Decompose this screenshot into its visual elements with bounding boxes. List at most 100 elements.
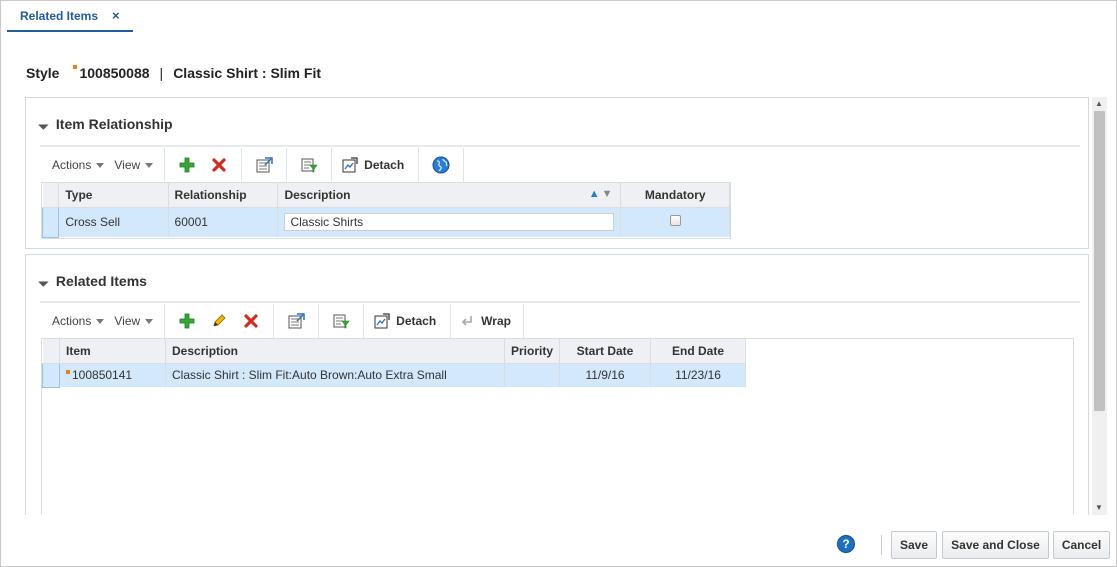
delete-button[interactable] xyxy=(239,309,263,333)
tab-related-items[interactable]: Related Items × xyxy=(7,1,133,32)
cell-mandatory xyxy=(620,207,730,237)
detach-button[interactable]: Detach xyxy=(342,153,404,177)
col-item[interactable]: Item xyxy=(59,339,166,364)
add-icon xyxy=(179,157,195,173)
item-relationship-panel: ◢ Item Relationship Actions View Detach … xyxy=(25,97,1089,249)
delete-button[interactable] xyxy=(207,153,231,177)
description-input[interactable] xyxy=(284,213,615,232)
panel-divider xyxy=(40,301,1080,303)
col-priority[interactable]: Priority xyxy=(504,339,561,364)
cell-item: 100850141 xyxy=(59,363,166,387)
relationship-toolbar: Actions View Detach xyxy=(42,148,465,182)
row-header-corner xyxy=(42,183,60,208)
detach-icon xyxy=(342,157,358,173)
sort-ascending-icon[interactable]: ▲ xyxy=(589,188,602,200)
panel-divider xyxy=(40,145,1080,147)
mandatory-checkbox[interactable] xyxy=(669,215,681,227)
page-title: Style 100850088 | Classic Shirt : Slim F… xyxy=(26,65,321,81)
scroll-up-icon[interactable]: ▲ xyxy=(1095,99,1103,108)
scroll-thumb[interactable] xyxy=(1094,111,1105,411)
actions-menu[interactable]: Actions xyxy=(52,314,105,328)
toolbar-separator xyxy=(331,148,333,182)
wrap-label: Wrap xyxy=(481,314,511,328)
related-items-panel: ◢ Related Items Actions View Detach Wrap… xyxy=(25,254,1089,515)
related-items-header[interactable]: ◢ Related Items xyxy=(37,273,147,289)
toolbar-separator xyxy=(273,304,275,338)
translate-button[interactable] xyxy=(429,153,453,177)
tab-bar: Related Items × xyxy=(1,1,1116,33)
col-description[interactable]: Description ▲▼ xyxy=(277,183,622,208)
add-button[interactable] xyxy=(175,153,199,177)
row-header-corner xyxy=(42,339,60,364)
col-mandatory[interactable]: Mandatory xyxy=(620,183,730,208)
chevron-down-icon xyxy=(145,318,154,324)
chevron-down-icon xyxy=(96,318,105,324)
sort-icon[interactable]: ▲▼ xyxy=(589,188,615,200)
delete-icon xyxy=(212,158,226,172)
toolbar-separator xyxy=(164,304,166,338)
cell-item-id: 100850141 xyxy=(72,368,133,383)
cell-type: Cross Sell xyxy=(58,207,169,237)
toolbar-separator xyxy=(241,148,243,182)
footer-separator xyxy=(881,535,882,555)
actions-menu-label: Actions xyxy=(52,158,92,172)
col-type[interactable]: Type xyxy=(58,183,169,208)
row-selector[interactable] xyxy=(41,206,60,238)
actions-menu[interactable]: Actions xyxy=(52,158,105,172)
add-button[interactable] xyxy=(175,309,199,333)
col-description[interactable]: Description xyxy=(165,339,505,364)
col-relationship[interactable]: Relationship xyxy=(168,183,279,208)
relationship-grid: Type Relationship Description ▲▼ Mandato… xyxy=(41,182,731,239)
col-end-date[interactable]: End Date xyxy=(650,339,747,364)
help-icon[interactable]: ? xyxy=(837,535,855,553)
view-menu[interactable]: View xyxy=(114,314,154,328)
wrap-button[interactable]: Wrap xyxy=(461,309,511,333)
detach-icon xyxy=(374,313,390,329)
col-start-date[interactable]: Start Date xyxy=(559,339,652,364)
related-items-toolbar: Actions View Detach Wrap xyxy=(42,304,524,338)
globe-icon xyxy=(432,156,450,174)
save-and-close-button[interactable]: Save and Close xyxy=(942,531,1049,559)
cell-start-date: 11/9/16 xyxy=(559,363,652,387)
collapse-triangle-icon[interactable]: ◢ xyxy=(37,118,50,131)
cell-description: Classic Shirt : Slim Fit:Auto Brown:Auto… xyxy=(165,363,505,387)
export-button[interactable] xyxy=(284,309,308,333)
export-button[interactable] xyxy=(252,153,276,177)
view-menu-label: View xyxy=(114,158,141,172)
vertical-scrollbar[interactable]: ▲ ▼ xyxy=(1092,97,1107,515)
content-scroll-area: ◢ Item Relationship Actions View Detach … xyxy=(25,97,1107,515)
toolbar-separator xyxy=(164,148,166,182)
toolbar-separator xyxy=(450,304,452,338)
cancel-button[interactable]: Cancel xyxy=(1053,531,1110,559)
row-selector[interactable] xyxy=(42,362,60,388)
style-label: Style xyxy=(26,65,60,81)
add-icon xyxy=(179,313,195,329)
cell-priority xyxy=(504,363,561,387)
wrap-icon xyxy=(462,316,472,326)
toolbar-separator xyxy=(318,304,320,338)
chevron-down-icon xyxy=(145,162,154,168)
detach-label: Detach xyxy=(396,314,437,328)
view-menu[interactable]: View xyxy=(114,158,154,172)
sort-descending-icon[interactable]: ▼ xyxy=(602,188,615,200)
cell-end-date: 11/23/16 xyxy=(650,363,747,387)
chevron-down-icon xyxy=(96,162,105,168)
toolbar-separator xyxy=(286,148,288,182)
item-relationship-header[interactable]: ◢ Item Relationship xyxy=(37,116,173,132)
table-row[interactable]: Cross Sell 60001 xyxy=(41,206,730,238)
query-filter-button[interactable] xyxy=(329,309,353,333)
export-icon xyxy=(288,313,305,329)
tab-label: Related Items xyxy=(20,8,99,23)
scroll-down-icon[interactable]: ▼ xyxy=(1095,503,1103,512)
table-row[interactable]: 100850141 Classic Shirt : Slim Fit:Auto … xyxy=(42,362,747,388)
col-description-label: Description xyxy=(284,187,351,202)
collapse-triangle-icon[interactable]: ◢ xyxy=(37,275,50,288)
close-icon[interactable]: × xyxy=(112,8,120,23)
query-filter-button[interactable] xyxy=(297,153,321,177)
detach-button[interactable]: Detach xyxy=(374,309,436,333)
save-button[interactable]: Save xyxy=(891,531,937,559)
related-items-grid: Item Description Priority Start Date End… xyxy=(41,338,1074,515)
actions-menu-label: Actions xyxy=(52,314,92,328)
edit-button[interactable] xyxy=(207,309,231,333)
export-icon xyxy=(256,157,273,173)
